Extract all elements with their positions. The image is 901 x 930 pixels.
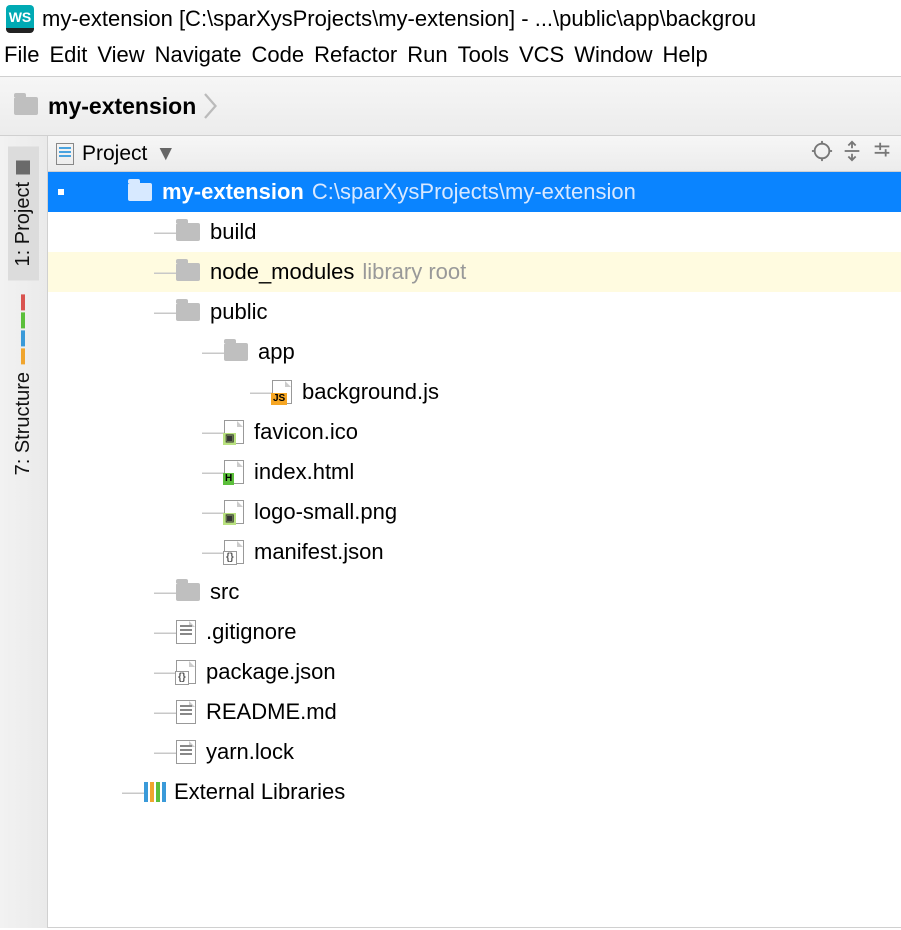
- tree-node-manifest-json[interactable]: — {} manifest.json: [48, 532, 901, 572]
- js-file-icon: JS: [272, 380, 292, 404]
- tool-window-bar-left: 1: Project 7: Structure: [0, 136, 48, 928]
- menu-code[interactable]: Code: [252, 42, 305, 68]
- json-file-icon: {}: [176, 660, 196, 684]
- app-icon: WS: [6, 5, 34, 33]
- menu-window[interactable]: Window: [574, 42, 652, 68]
- tree-node-index-html[interactable]: — H index.html: [48, 452, 901, 492]
- image-file-icon: ▣: [224, 500, 244, 524]
- project-panel-title[interactable]: Project: [82, 142, 147, 166]
- project-icon: [17, 160, 31, 174]
- menu-run[interactable]: Run: [407, 42, 447, 68]
- tree-node-label: package.json: [206, 652, 336, 692]
- folder-icon: [176, 263, 200, 281]
- tree-node-label: node_modules: [210, 252, 354, 292]
- tree-node-label: public: [210, 292, 267, 332]
- folder-icon: [176, 303, 200, 321]
- image-file-icon: ▣: [224, 420, 244, 444]
- menu-refactor[interactable]: Refactor: [314, 42, 397, 68]
- collapse-all-icon[interactable]: [841, 140, 863, 168]
- tree-node-gitignore[interactable]: — .gitignore: [48, 612, 901, 652]
- tree-node-favicon[interactable]: — ▣ favicon.ico: [48, 412, 901, 452]
- tree-node-external-libraries[interactable]: — External Libraries: [48, 772, 901, 812]
- folder-icon: [176, 223, 200, 241]
- project-view-icon: [56, 143, 74, 165]
- breadcrumb-root[interactable]: my-extension: [48, 93, 196, 120]
- tree-node-hint: library root: [362, 252, 466, 292]
- menu-help[interactable]: Help: [662, 42, 707, 68]
- tree-node-app[interactable]: — app: [48, 332, 901, 372]
- json-file-icon: {}: [224, 540, 244, 564]
- tree-node-readme[interactable]: — README.md: [48, 692, 901, 732]
- tree-node-label: src: [210, 572, 239, 612]
- tool-window-structure[interactable]: 7: Structure: [8, 280, 39, 489]
- menu-navigate[interactable]: Navigate: [155, 42, 242, 68]
- menu-file[interactable]: File: [4, 42, 39, 68]
- menu-bar: File Edit View Navigate Code Refactor Ru…: [0, 38, 901, 76]
- tree-node-label: favicon.ico: [254, 412, 358, 452]
- chevron-down-icon[interactable]: ▼: [155, 142, 176, 166]
- text-file-icon: [176, 700, 196, 724]
- tree-node-package-json[interactable]: — {} package.json: [48, 652, 901, 692]
- library-icon: [144, 782, 166, 802]
- breadcrumb[interactable]: my-extension: [14, 91, 220, 121]
- tool-window-project[interactable]: 1: Project: [8, 146, 39, 280]
- project-panel-header: Project ▼: [48, 136, 901, 172]
- locate-icon[interactable]: [811, 140, 833, 168]
- tree-node-public[interactable]: — public: [48, 292, 901, 332]
- tree-node-label: build: [210, 212, 256, 252]
- tree-node-path: C:\sparXysProjects\my-extension: [312, 172, 636, 212]
- tree-node-yarn-lock[interactable]: — yarn.lock: [48, 732, 901, 772]
- text-file-icon: [176, 740, 196, 764]
- menu-vcs[interactable]: VCS: [519, 42, 564, 68]
- tree-node-root[interactable]: my-extension C:\sparXysProjects\my-exten…: [48, 172, 901, 212]
- html-file-icon: H: [224, 460, 244, 484]
- tree-node-label: index.html: [254, 452, 354, 492]
- tree-node-background-js[interactable]: — JS background.js: [48, 372, 901, 412]
- window-title: my-extension [C:\sparXysProjects\my-exte…: [42, 6, 756, 32]
- navigation-bar: my-extension: [0, 76, 901, 136]
- tree-node-src[interactable]: — src: [48, 572, 901, 612]
- window-titlebar: WS my-extension [C:\sparXysProjects\my-e…: [0, 0, 901, 38]
- project-tool-window: Project ▼ my-extension C:\sparXysProject…: [48, 136, 901, 928]
- tree-node-build[interactable]: — build: [48, 212, 901, 252]
- tree-node-label: README.md: [206, 692, 337, 732]
- tree-node-label: my-extension: [162, 172, 304, 212]
- tree-node-label: manifest.json: [254, 532, 384, 572]
- folder-icon: [14, 97, 38, 115]
- settings-icon[interactable]: [871, 140, 893, 168]
- structure-icon: [22, 294, 26, 364]
- menu-view[interactable]: View: [97, 42, 144, 68]
- chevron-right-icon: [202, 91, 220, 121]
- folder-icon: [176, 583, 200, 601]
- project-tree: my-extension C:\sparXysProjects\my-exten…: [48, 172, 901, 812]
- tree-node-logo-png[interactable]: — ▣ logo-small.png: [48, 492, 901, 532]
- tree-node-node-modules[interactable]: — node_modules library root: [48, 252, 901, 292]
- tree-node-label: background.js: [302, 372, 439, 412]
- tool-window-project-label: 1: Project: [12, 182, 35, 266]
- selection-marker-icon: [58, 189, 64, 195]
- text-file-icon: [176, 620, 196, 644]
- menu-edit[interactable]: Edit: [49, 42, 87, 68]
- tool-window-structure-label: 7: Structure: [12, 372, 35, 475]
- menu-tools[interactable]: Tools: [458, 42, 509, 68]
- tree-node-label: app: [258, 332, 295, 372]
- tree-node-label: .gitignore: [206, 612, 297, 652]
- folder-icon: [224, 343, 248, 361]
- tree-node-label: yarn.lock: [206, 732, 294, 772]
- tree-node-label: logo-small.png: [254, 492, 397, 532]
- tree-node-label: External Libraries: [174, 772, 345, 812]
- folder-icon: [128, 183, 152, 201]
